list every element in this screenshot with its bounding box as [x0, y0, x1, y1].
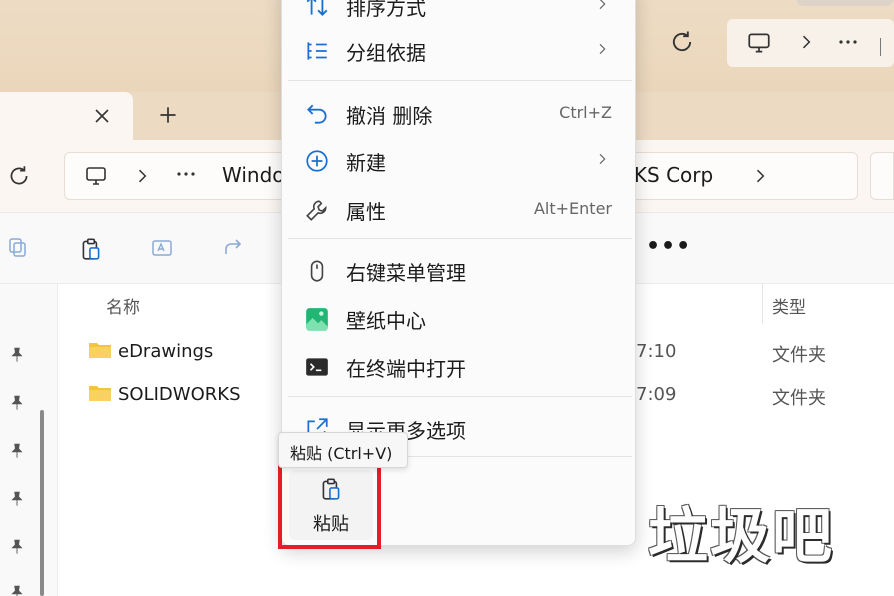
pin-icon: [11, 539, 23, 554]
menu-item-right-click-manager[interactable]: 右键菜单管理: [282, 248, 634, 292]
file-row-name[interactable]: eDrawings: [118, 341, 213, 362]
pin-icon: [11, 491, 23, 506]
file-row-date: 7:09: [636, 384, 677, 405]
menu-shortcut: Ctrl+Z: [559, 103, 612, 122]
column-separator[interactable]: [762, 284, 763, 324]
wrench-icon: [306, 200, 327, 221]
column-header-name[interactable]: 名称: [106, 293, 140, 318]
refresh-icon[interactable]: [668, 28, 696, 56]
menu-item-undo[interactable]: 撤消 删除 Ctrl+Z: [282, 91, 634, 135]
folder-icon: [89, 343, 111, 358]
menu-divider: [288, 80, 632, 81]
top-window-edge: [796, 0, 894, 6]
menu-item-label: 在终端中打开: [346, 357, 466, 381]
menu-shortcut: Alt+Enter: [533, 199, 612, 218]
monitor-icon[interactable]: [746, 30, 772, 56]
share-icon[interactable]: [222, 236, 246, 260]
menu-item-label: 壁纸中心: [346, 309, 426, 333]
close-icon[interactable]: [90, 104, 114, 128]
menu-item-label: 右键菜单管理: [346, 261, 466, 285]
pin-icon: [11, 443, 23, 458]
paste-tooltip: 粘贴 (Ctrl+V): [278, 432, 408, 468]
chevron-right-icon: [599, 153, 606, 165]
menu-item-properties[interactable]: 属性 Alt+Enter: [282, 187, 634, 231]
highlight-annotation: [278, 462, 381, 549]
menu-item-label: 排序方式: [346, 0, 426, 20]
more-icon[interactable]: •••: [646, 234, 691, 259]
copy-icon[interactable]: [6, 236, 30, 260]
sort-icon: [306, 0, 328, 16]
menu-item-group[interactable]: 分组依据: [282, 28, 634, 72]
menu-item-wallpaper[interactable]: 壁纸中心: [282, 296, 634, 340]
more-icon[interactable]: [836, 30, 860, 54]
rename-icon[interactable]: [150, 236, 174, 260]
menu-divider: [288, 396, 632, 397]
file-row-type: 文件夹: [772, 345, 826, 366]
group-icon: [307, 42, 327, 60]
chevron-right-icon: [599, 0, 606, 10]
refresh-icon[interactable]: [6, 163, 32, 189]
new-icon: [306, 150, 328, 172]
chevron-right-icon[interactable]: [750, 166, 770, 186]
menu-item-open-terminal[interactable]: 在终端中打开: [282, 344, 634, 388]
wallpaper-icon: [306, 308, 328, 331]
undo-icon: [307, 104, 327, 124]
folder-icon: [89, 386, 111, 401]
mouse-icon: [310, 260, 324, 282]
menu-item-label: 分组依据: [346, 41, 426, 65]
watermark-stamp: 垃圾吧: [648, 502, 834, 572]
toolbar-separator: [880, 38, 881, 56]
menu-divider: [288, 238, 632, 239]
file-row-name[interactable]: SOLIDWORKS: [118, 384, 241, 405]
paste-icon[interactable]: [78, 236, 104, 262]
search-box[interactable]: [870, 152, 894, 200]
column-header-type[interactable]: 类型: [772, 293, 806, 318]
chevron-right-icon[interactable]: [132, 166, 152, 186]
menu-item-label: 撤消 删除: [346, 104, 433, 128]
menu-item-new[interactable]: 新建: [282, 138, 634, 182]
menu-item-sort[interactable]: 排序方式: [282, 0, 634, 27]
file-row-type: 文件夹: [772, 388, 826, 409]
pin-icon: [11, 395, 23, 410]
breadcrumb-windows[interactable]: Windo: [222, 163, 285, 187]
pin-icon: [11, 347, 23, 362]
add-tab-icon[interactable]: [155, 102, 181, 128]
nav-scrollbar[interactable]: [40, 410, 44, 596]
monitor-icon[interactable]: [84, 164, 108, 188]
more-icon[interactable]: [174, 162, 198, 186]
menu-item-label: 属性: [346, 200, 386, 224]
chevron-right-icon: [599, 43, 606, 55]
pin-icon: [11, 585, 23, 596]
file-row-date: 7:10: [636, 341, 677, 362]
terminal-icon: [306, 358, 328, 376]
chevron-right-icon[interactable]: [796, 32, 816, 52]
menu-item-label: 新建: [346, 151, 386, 175]
